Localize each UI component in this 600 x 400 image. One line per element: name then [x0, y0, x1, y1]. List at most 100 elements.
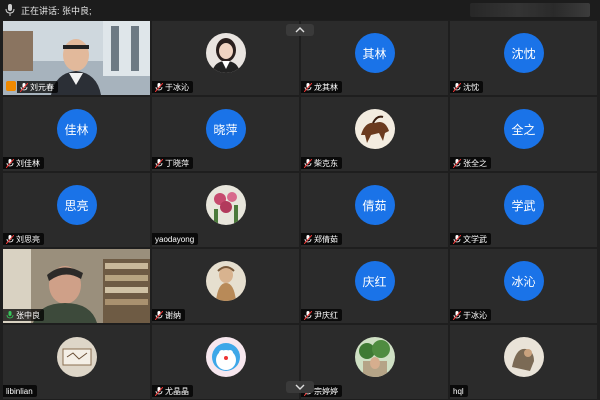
participant-namebar: 于冰沁: [450, 309, 491, 321]
speaker-mic-icon: [5, 4, 15, 16]
chevron-up-icon: [295, 27, 305, 33]
participant-tile[interactable]: 佳林 刘佳林: [3, 97, 150, 171]
mic-muted-icon: [304, 234, 312, 244]
participant-tile[interactable]: yaodayong: [152, 173, 299, 247]
participant-namebar: 丁晓萍: [152, 157, 193, 169]
chevron-down-icon: [295, 384, 305, 390]
mic-muted-icon: [304, 82, 312, 92]
participant-grid: 刘元春 于冰沁 其林 龙其林 沈忱 沈忱 佳林 刘佳林 晓萍 丁晓萍 柴克东 全…: [3, 21, 597, 400]
participant-avatar-photo: [205, 261, 246, 301]
participant-avatar-photo: [56, 337, 97, 377]
participant-tile[interactable]: libinlian: [3, 325, 150, 399]
participant-name: 刘元春: [30, 82, 54, 92]
participant-tile[interactable]: 宗婷婷: [301, 325, 448, 399]
participant-avatar-initials: 沈忱: [503, 33, 544, 73]
participant-namebar: libinlian: [3, 385, 37, 397]
participant-tile[interactable]: 于冰沁: [152, 21, 299, 95]
participant-avatar-initials: 冰沁: [503, 261, 544, 301]
participant-namebar: 文学武: [450, 233, 491, 245]
participant-tile[interactable]: 沈忱 沈忱: [450, 21, 597, 95]
participant-tile[interactable]: 谢纳: [152, 249, 299, 323]
participant-namebar: 尤晶晶: [152, 385, 193, 397]
participant-name: 谢纳: [165, 310, 181, 320]
participant-avatar-initials: 其林: [354, 33, 395, 73]
participant-avatar-initials: 全之: [503, 109, 544, 149]
participant-name: 郑倩茹: [314, 234, 338, 244]
participant-tile[interactable]: 尤晶晶: [152, 325, 299, 399]
participant-avatar-initials: 学武: [503, 185, 544, 225]
mic-muted-icon: [453, 158, 461, 168]
toolbar-decoration: [470, 3, 590, 17]
participant-name: 张中良: [16, 310, 40, 320]
participant-name: 文学武: [463, 234, 487, 244]
participant-namebar: 郑倩茹: [301, 233, 342, 245]
participant-name: libinlian: [6, 386, 33, 396]
participant-namebar: 柴克东: [301, 157, 342, 169]
participant-namebar: 于冰沁: [152, 81, 193, 93]
scroll-down-button[interactable]: [286, 381, 314, 393]
participant-tile[interactable]: 其林 龙其林: [301, 21, 448, 95]
participant-namebar: yaodayong: [152, 233, 199, 245]
mic-muted-icon: [6, 158, 14, 168]
participant-namebar: 张中良: [3, 309, 44, 321]
participant-tile[interactable]: 冰沁 于冰沁: [450, 249, 597, 323]
participant-avatar-initials: 佳林: [56, 109, 97, 149]
participant-avatar-photo: [503, 337, 544, 377]
mic-muted-icon: [304, 158, 312, 168]
participant-name: 宗婷婷: [314, 386, 338, 396]
participant-namebar: hql: [450, 385, 468, 397]
participant-tile[interactable]: 全之 张全之: [450, 97, 597, 171]
participant-avatar-initials: 倩茹: [354, 185, 395, 225]
mic-muted-icon: [155, 82, 163, 92]
speaking-indicator: 正在讲话: 张中良;: [21, 5, 92, 16]
participant-tile[interactable]: 刘元春: [3, 21, 150, 95]
participant-tile[interactable]: 柴克东: [301, 97, 448, 171]
participant-name: 丁晓萍: [165, 158, 189, 168]
host-badge: [6, 81, 16, 91]
participant-namebar: 刘佳林: [3, 157, 44, 169]
participant-avatar-photo: [205, 185, 246, 225]
mic-icon: [20, 82, 28, 92]
participant-namebar: 龙其林: [301, 81, 342, 93]
participant-name: 沈忱: [463, 82, 479, 92]
participant-avatar-initials: 庆红: [354, 261, 395, 301]
participant-tile[interactable]: 晓萍 丁晓萍: [152, 97, 299, 171]
participant-tile[interactable]: 思亮 刘思亮: [3, 173, 150, 247]
scroll-up-button[interactable]: [286, 24, 314, 36]
participant-name: 刘佳林: [16, 158, 40, 168]
mic-active-icon: [6, 310, 14, 318]
mic-muted-icon: [453, 234, 461, 244]
participant-name: yaodayong: [155, 234, 195, 244]
mic-muted-icon: [6, 234, 14, 244]
participant-namebar: 尹庆红: [301, 309, 342, 321]
participant-tile[interactable]: 庆红 尹庆红: [301, 249, 448, 323]
mic-muted-icon: [453, 82, 461, 92]
mic-muted-icon: [155, 386, 163, 396]
mic-muted-icon: [304, 310, 312, 320]
mic-muted-icon: [453, 310, 461, 320]
participant-avatar-photo: [354, 109, 395, 149]
participant-tile[interactable]: 学武 文学武: [450, 173, 597, 247]
top-bar: 正在讲话: 张中良;: [0, 0, 600, 20]
participant-name: 张全之: [463, 158, 487, 168]
participant-name: 刘思亮: [16, 234, 40, 244]
participant-name: hql: [453, 386, 464, 396]
mic-muted-icon: [155, 310, 163, 320]
participant-tile[interactable]: 倩茹 郑倩茹: [301, 173, 448, 247]
participant-tile[interactable]: hql: [450, 325, 597, 399]
participant-namebar: 谢纳: [152, 309, 185, 321]
participant-name: 于冰沁: [165, 82, 189, 92]
participant-name: 尤晶晶: [165, 386, 189, 396]
participant-tile-speaking[interactable]: 张中良: [3, 249, 150, 323]
participant-namebar: 刘思亮: [3, 233, 44, 245]
participant-namebar: 张全之: [450, 157, 491, 169]
participant-name: 尹庆红: [314, 310, 338, 320]
participant-avatar-photo: [205, 33, 246, 73]
participant-namebar: 刘元春: [17, 81, 58, 93]
participant-name: 龙其林: [314, 82, 338, 92]
participant-avatar-initials: 晓萍: [205, 109, 246, 149]
participant-name: 于冰沁: [463, 310, 487, 320]
mic-muted-icon: [155, 158, 163, 168]
participant-name: 柴克东: [314, 158, 338, 168]
participant-avatar-photo: [354, 337, 395, 377]
